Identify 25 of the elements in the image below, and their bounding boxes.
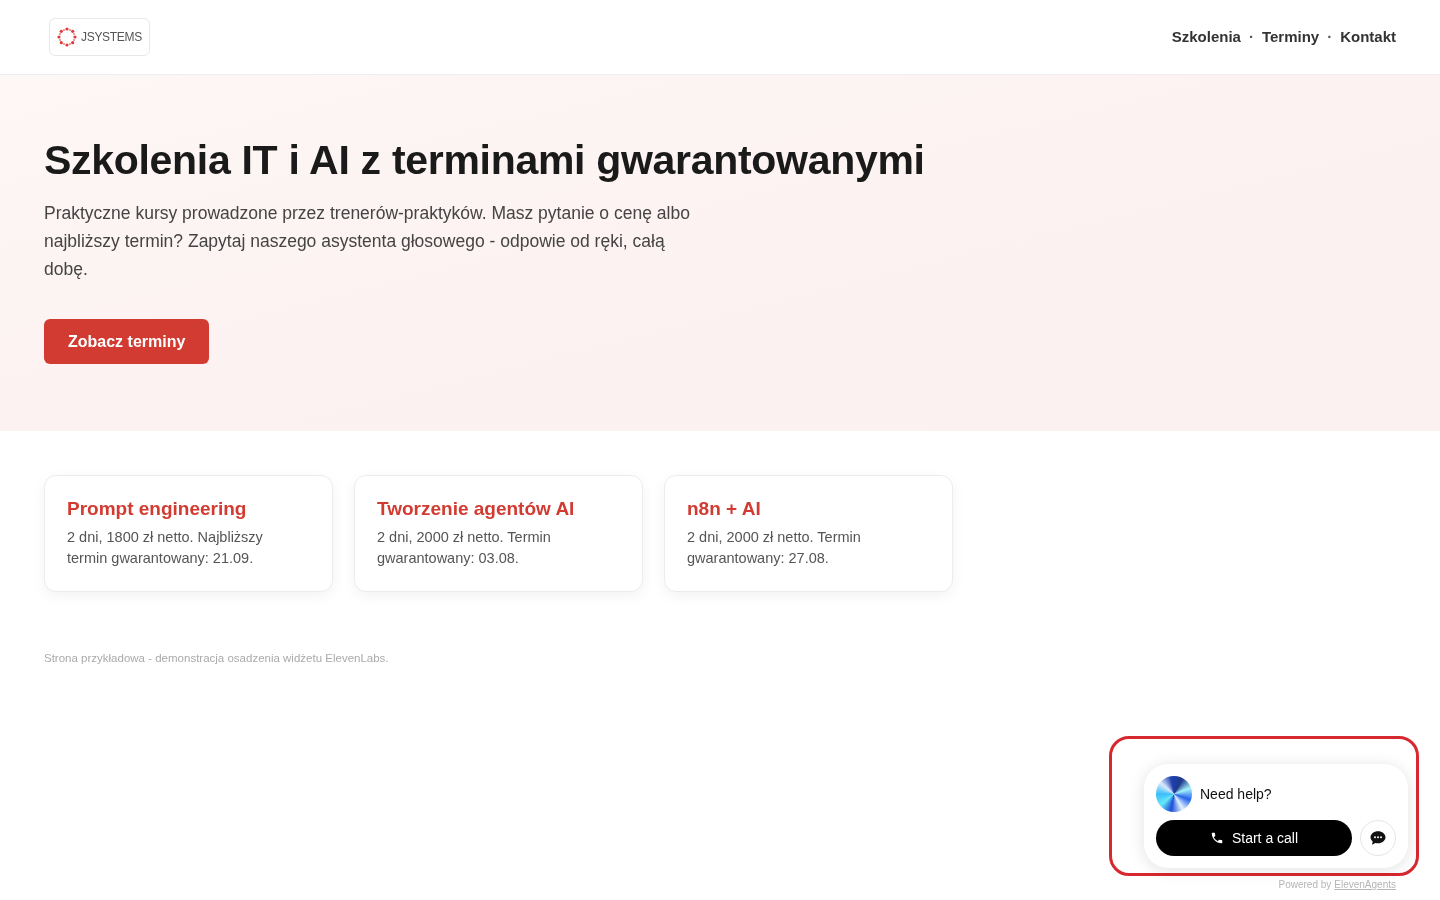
nav-separator: · bbox=[1248, 26, 1254, 47]
course-title: Prompt engineering bbox=[67, 497, 247, 521]
nav-link[interactable]: Szkolenia bbox=[1171, 25, 1241, 49]
course-description: 2 dni, 1800 zł netto. Najbliższy termin gwarantowany: 21.09. bbox=[67, 528, 264, 568]
course-title: n8n + AI bbox=[687, 497, 761, 521]
hero-description: Praktyczne kursy prowadzone przez trenerów-praktyków. Masz pytanie o cenę albo najbliższy termin? Zapytaj naszego asystenta głosowego - odpowie od ręki, całą dobę. bbox=[44, 202, 691, 281]
powered-by-text: Powered by bbox=[1278, 878, 1332, 892]
help-prompt: Need help? bbox=[1200, 784, 1272, 804]
see-dates-button[interactable]: Zobacz terminy bbox=[44, 319, 210, 364]
nav-link[interactable]: Kontakt bbox=[1340, 25, 1396, 49]
nav-separator: · bbox=[1327, 26, 1333, 47]
nav-link[interactable]: Terminy bbox=[1261, 25, 1320, 49]
logo[interactable]: JSYSTEMS bbox=[49, 18, 150, 56]
chat-button[interactable] bbox=[1360, 820, 1396, 856]
course-description: 2 dni, 2000 zł netto. Termin gwarantowany: 03.08. bbox=[377, 528, 552, 568]
start-call-button[interactable]: Start a call bbox=[1156, 820, 1352, 856]
footer-note: Strona przykładowa - demonstracja osadzenia widżetu ElevenLabs. bbox=[44, 651, 389, 666]
agent-orb-icon bbox=[1156, 776, 1192, 812]
chat-bubble-icon bbox=[1369, 829, 1387, 847]
course-description: 2 dni, 2000 zł netto. Termin gwarantowany: 27.08. bbox=[687, 528, 862, 568]
course-title: Tworzenie agentów AI bbox=[377, 497, 575, 521]
hero-heading: Szkolenia IT i AI z terminami gwarantowanymi bbox=[44, 136, 925, 185]
phone-icon bbox=[1209, 831, 1224, 845]
logo-text: JSYSTEMS bbox=[81, 31, 142, 43]
logo-icon bbox=[57, 27, 77, 47]
